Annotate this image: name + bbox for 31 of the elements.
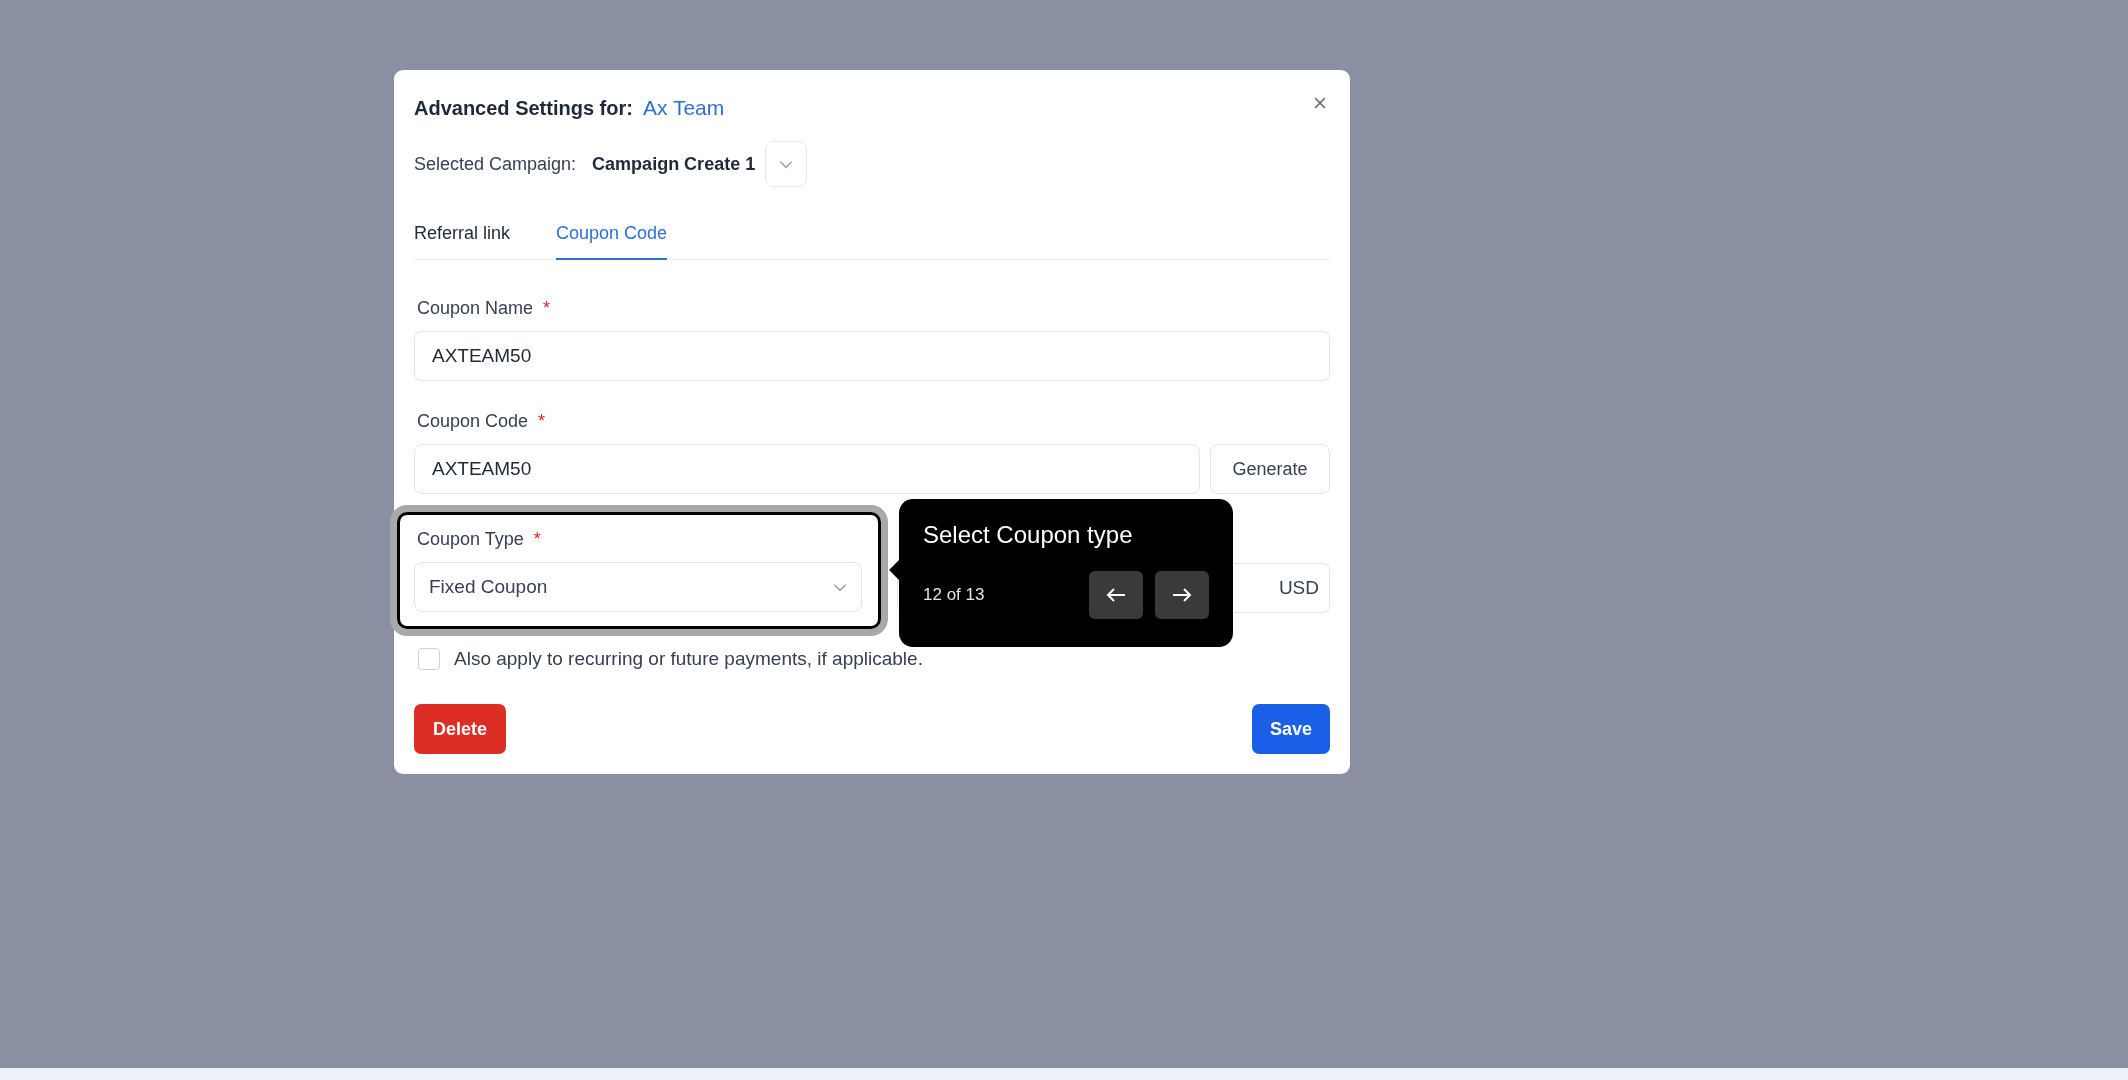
left-arrow-icon (1106, 587, 1126, 603)
close-icon[interactable] (1314, 97, 1326, 109)
checkbox-label: Also apply to recurring or future payments, if applicable. (454, 648, 923, 670)
required-mark: * (538, 411, 546, 432)
step-counter: 12 of 13 (923, 585, 985, 605)
required-mark: * (543, 298, 551, 319)
generate-button[interactable]: Generate (1210, 444, 1330, 494)
save-button[interactable]: Save (1252, 704, 1330, 754)
tab[interactable]: Referral link (414, 219, 511, 259)
required-mark: * (533, 529, 541, 550)
text-field[interactable]: AXTEAM50 (414, 444, 1200, 494)
tour-title: Select Coupon type (923, 521, 1134, 549)
delete-button[interactable]: Delete (414, 704, 506, 754)
currency-suffix: USD (1278, 577, 1319, 599)
campaign-name: Campaign Create 1 (592, 153, 756, 175)
chevron-icon (833, 582, 847, 592)
dropdown-value: Fixed Coupon (429, 576, 548, 598)
field-label: Coupon Type (417, 529, 524, 550)
team-link[interactable]: Ax Team (642, 96, 725, 120)
right-arrow-icon (1172, 587, 1192, 603)
field-label: Coupon Name (417, 298, 534, 319)
campaign-label: Selected Campaign: (414, 153, 577, 175)
text-field[interactable]: AXTEAM50 (414, 331, 1330, 381)
tab[interactable]: Coupon Code (556, 219, 668, 260)
next-button[interactable] (1155, 571, 1209, 619)
chevron-icon (779, 159, 794, 169)
checkbox[interactable] (418, 648, 440, 670)
field-label: Coupon Code (417, 411, 529, 432)
dialog-title: Advanced Settings for: (414, 97, 633, 120)
previous-button[interactable] (1089, 571, 1143, 619)
coupon-type-dropdown[interactable]: Fixed Coupon (414, 562, 862, 612)
